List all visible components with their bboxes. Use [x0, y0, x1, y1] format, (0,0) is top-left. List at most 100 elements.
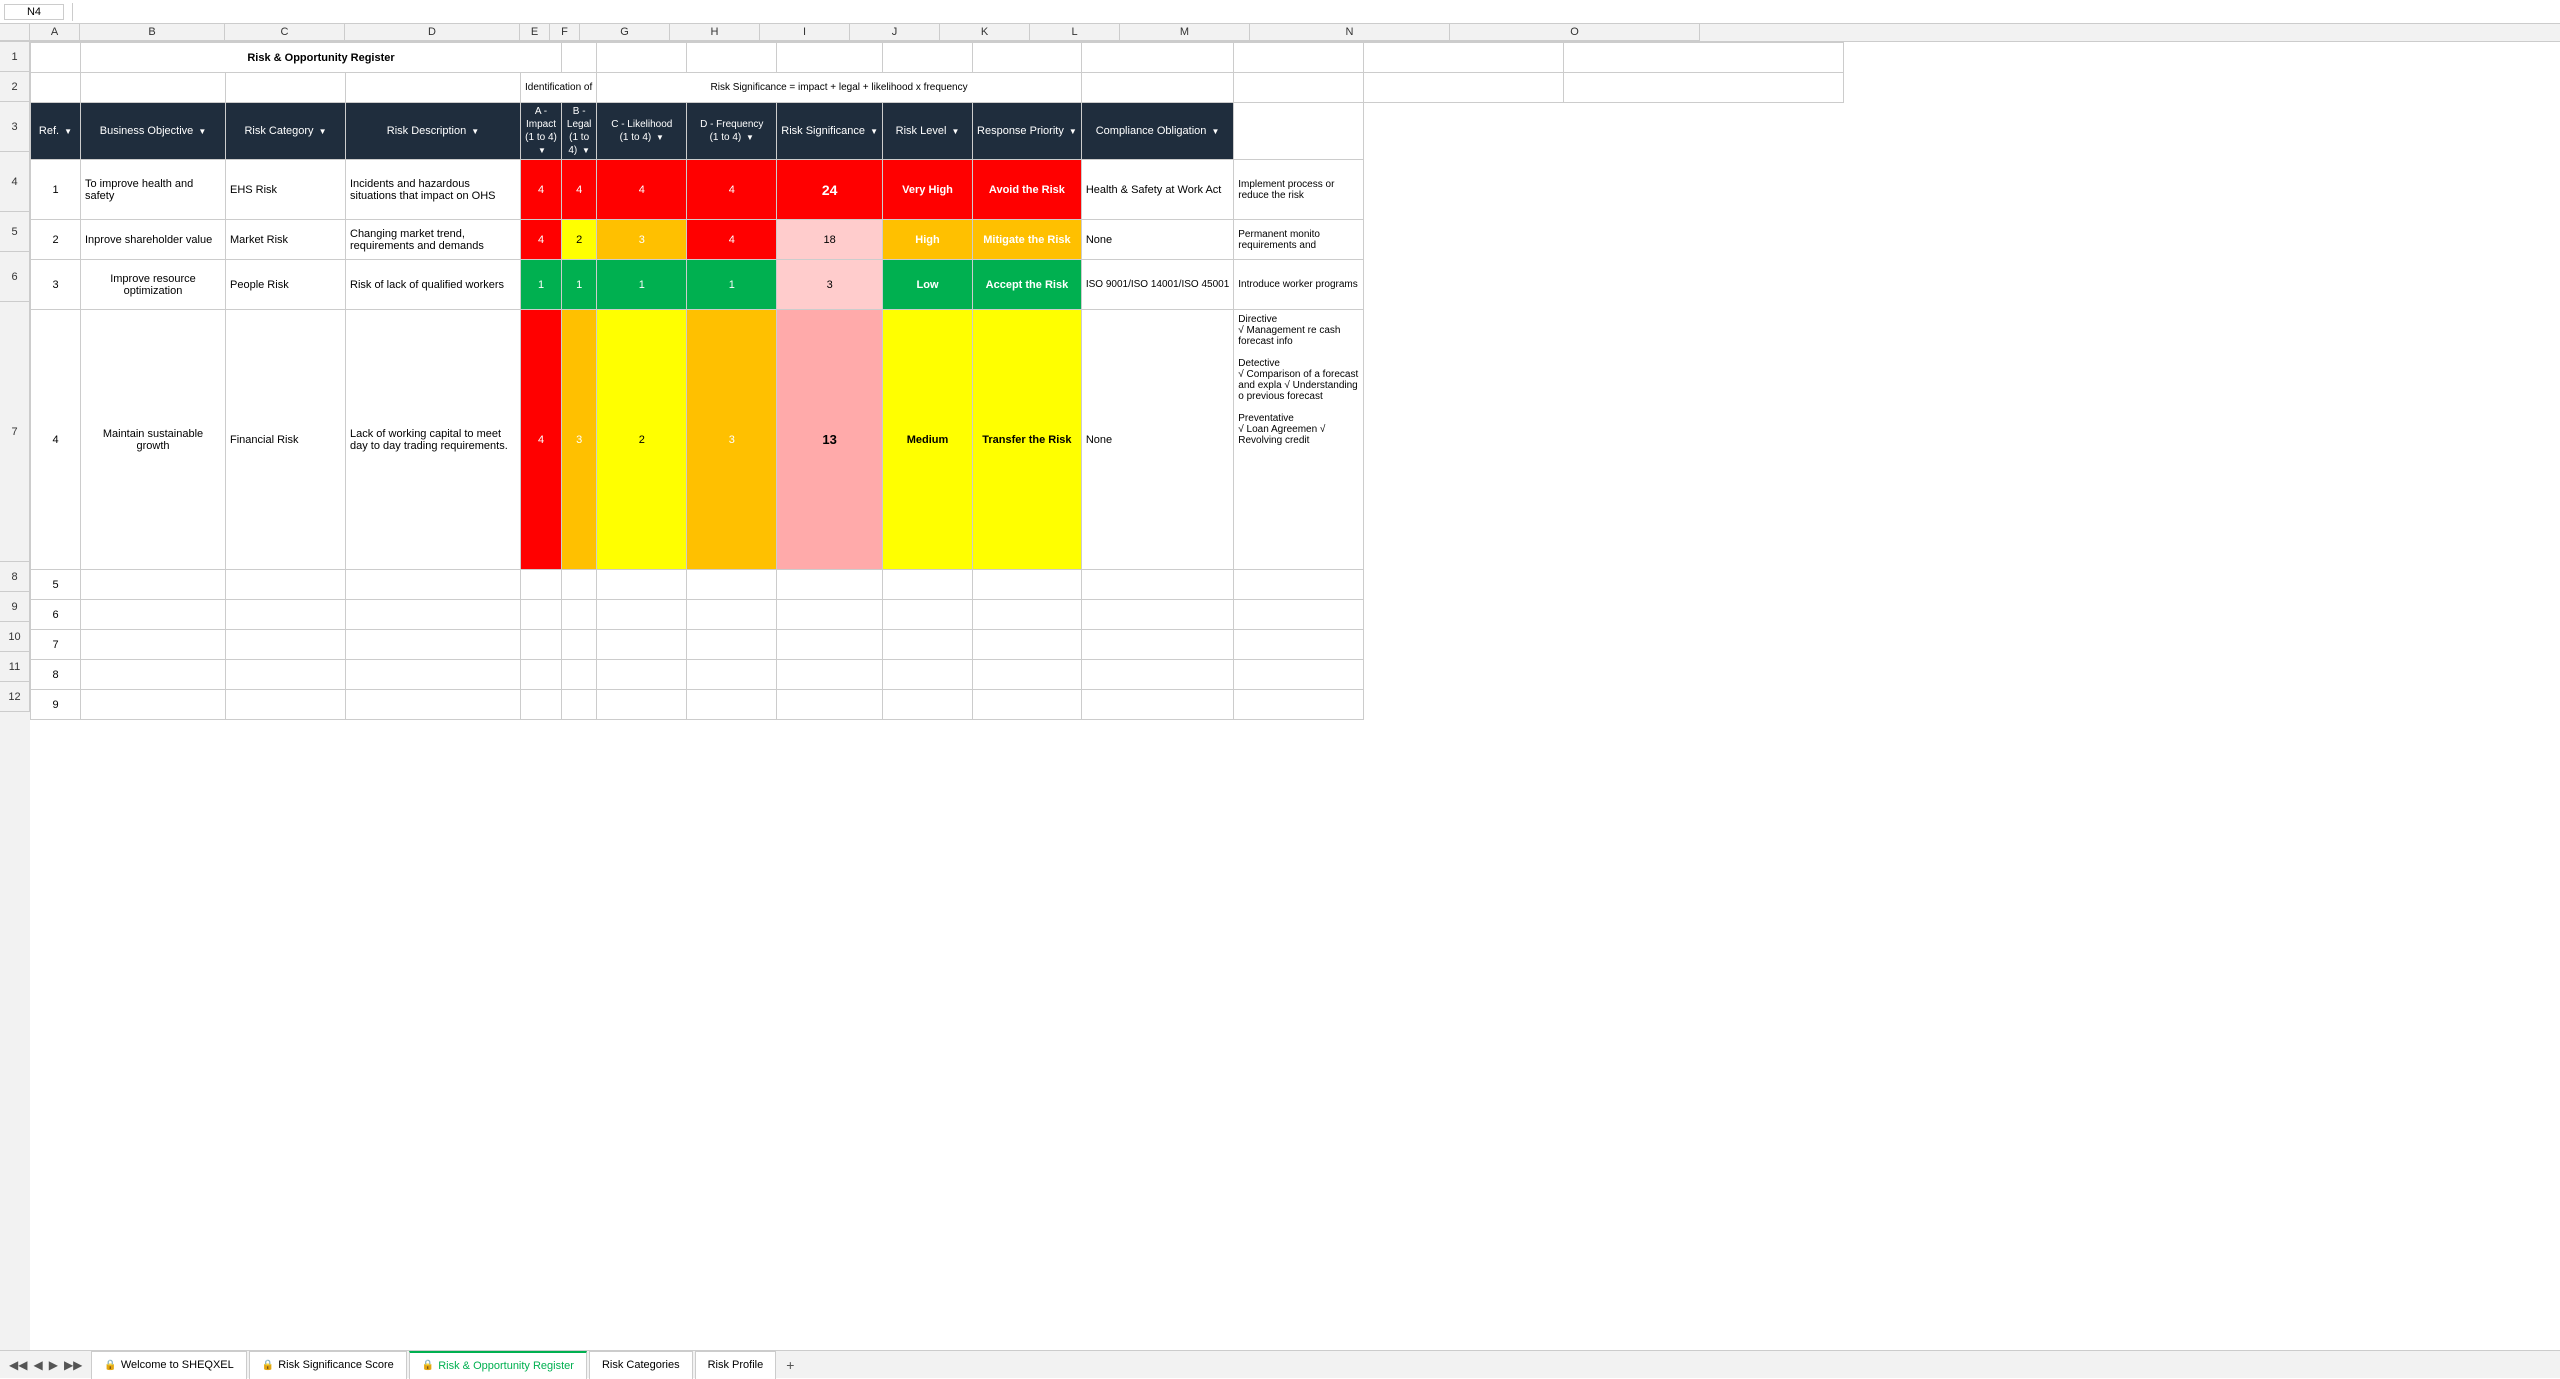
row-num-7[interactable]: 7 — [0, 302, 30, 562]
cell-ref-8[interactable]: 8 — [31, 660, 81, 690]
col-header-c[interactable]: C — [225, 24, 345, 41]
cell-l2[interactable] — [1081, 73, 1233, 103]
cell-risk-desc-3[interactable]: Risk of lack of qualified workers — [346, 260, 521, 310]
cell-response-1[interactable]: Avoid the Risk — [973, 160, 1082, 220]
cell-c-likelihood-1[interactable]: 4 — [597, 160, 687, 220]
ref-filter-icon[interactable]: ▼ — [64, 127, 72, 136]
cell-o1[interactable] — [1564, 43, 1844, 73]
compliance-obligation-filter-icon[interactable]: ▼ — [1211, 127, 1219, 136]
cell-risk-level-2[interactable]: High — [883, 220, 973, 260]
cell-d-frequency-3[interactable]: 1 — [687, 260, 777, 310]
header-c-likelihood[interactable]: C - Likelihood (1 to 4) ▼ — [597, 103, 687, 160]
cell-c-likelihood-2[interactable]: 3 — [597, 220, 687, 260]
cell-b-legal-1[interactable]: 4 — [562, 160, 597, 220]
cell-l-empty-5[interactable] — [1081, 570, 1233, 600]
col-header-a[interactable]: A — [30, 24, 80, 41]
cell-notes-3[interactable]: Introduce worker programs — [1234, 260, 1364, 310]
header-response-priority[interactable]: Response Priority ▼ — [973, 103, 1082, 160]
row-num-2[interactable]: 2 — [0, 72, 30, 102]
cell-d-frequency-1[interactable]: 4 — [687, 160, 777, 220]
header-ref[interactable]: Ref. ▼ — [31, 103, 81, 160]
row-num-12[interactable]: 12 — [0, 682, 30, 712]
cell-business-obj-3[interactable]: Improve resource optimization — [81, 260, 226, 310]
row-num-6[interactable]: 6 — [0, 252, 30, 302]
cell-a-impact-2[interactable]: 4 — [521, 220, 562, 260]
cell-risk-desc-1[interactable]: Incidents and hazardous situations that … — [346, 160, 521, 220]
cell-risk-desc-2[interactable]: Changing market trend, requirements and … — [346, 220, 521, 260]
tab-risk-categories[interactable]: Risk Categories — [589, 1351, 693, 1379]
row-num-9[interactable]: 9 — [0, 592, 30, 622]
row-num-4[interactable]: 4 — [0, 152, 30, 212]
cell-ref-6[interactable]: 6 — [31, 600, 81, 630]
cell-risk-sig-3[interactable]: 3 — [777, 260, 883, 310]
col-header-f[interactable]: F — [550, 24, 580, 41]
name-box[interactable] — [4, 4, 64, 20]
risk-category-filter-icon[interactable]: ▼ — [319, 127, 327, 136]
header-a-impact[interactable]: A - Impact (1 to 4) ▼ — [521, 103, 562, 160]
cell-notes-1[interactable]: Implement process or reduce the risk — [1234, 160, 1364, 220]
col-header-g[interactable]: G — [580, 24, 670, 41]
header-risk-significance[interactable]: Risk Significance ▼ — [777, 103, 883, 160]
header-risk-description[interactable]: Risk Description ▼ — [346, 103, 521, 160]
b-legal-filter-icon[interactable]: ▼ — [582, 146, 590, 156]
col-header-n[interactable]: N — [1250, 24, 1450, 41]
d-frequency-filter-icon[interactable]: ▼ — [746, 133, 754, 143]
business-objective-filter-icon[interactable]: ▼ — [198, 127, 206, 136]
row-num-3[interactable]: 3 — [0, 102, 30, 152]
cell-risk-cat-3[interactable]: People Risk — [226, 260, 346, 310]
cell-n1[interactable] — [1364, 43, 1564, 73]
col-header-b[interactable]: B — [80, 24, 225, 41]
grid-scroll[interactable]: Risk & Opportunity Register — [30, 42, 2560, 1350]
cell-a-impact-1[interactable]: 4 — [521, 160, 562, 220]
cell-response-2[interactable]: Mitigate the Risk — [973, 220, 1082, 260]
a-impact-filter-icon[interactable]: ▼ — [538, 146, 546, 156]
risk-description-filter-icon[interactable]: ▼ — [471, 127, 479, 136]
cell-a-impact-4[interactable]: 4 — [521, 310, 562, 570]
cell-c-likelihood-4[interactable]: 2 — [597, 310, 687, 570]
nav-prev[interactable]: ◀ — [30, 1358, 45, 1372]
cell-risk-sig-4[interactable]: 13 — [777, 310, 883, 570]
tab-risk-significance-score[interactable]: 🔒 Risk Significance Score — [249, 1351, 407, 1379]
cell-d2[interactable] — [346, 73, 521, 103]
col-header-m[interactable]: M — [1120, 24, 1250, 41]
cell-ref-2[interactable]: 2 — [31, 220, 81, 260]
row-num-5[interactable]: 5 — [0, 212, 30, 252]
cell-risk-level-4[interactable]: Medium — [883, 310, 973, 570]
cell-risk-level-3[interactable]: Low — [883, 260, 973, 310]
header-business-objective[interactable]: Business Objective ▼ — [81, 103, 226, 160]
risk-significance-filter-icon[interactable]: ▼ — [870, 127, 878, 136]
col-header-j[interactable]: J — [850, 24, 940, 41]
cell-risk-cat-4[interactable]: Financial Risk — [226, 310, 346, 570]
cell-j-empty-5[interactable] — [883, 570, 973, 600]
c-likelihood-filter-icon[interactable]: ▼ — [656, 133, 664, 143]
cell-h-empty-5[interactable] — [687, 570, 777, 600]
cell-notes-4[interactable]: Directive √ Management re cash forecast … — [1234, 310, 1364, 570]
row-num-8[interactable]: 8 — [0, 562, 30, 592]
cell-m-empty-5[interactable] — [1234, 570, 1364, 600]
nav-last[interactable]: ▶▶ — [61, 1358, 85, 1372]
cell-n2[interactable] — [1364, 73, 1564, 103]
cell-compliance-1[interactable]: Health & Safety at Work Act — [1081, 160, 1233, 220]
cell-f1[interactable] — [562, 43, 597, 73]
cell-k-empty-5[interactable] — [973, 570, 1082, 600]
cell-m2[interactable] — [1234, 73, 1364, 103]
cell-compliance-3[interactable]: ISO 9001/ISO 14001/ISO 45001 — [1081, 260, 1233, 310]
add-sheet-button[interactable]: + — [778, 1353, 802, 1377]
cell-risk-sig-1[interactable]: 24 — [777, 160, 883, 220]
cell-i1[interactable] — [777, 43, 883, 73]
row-num-10[interactable]: 10 — [0, 622, 30, 652]
cell-b-legal-2[interactable]: 2 — [562, 220, 597, 260]
col-header-l[interactable]: L — [1030, 24, 1120, 41]
cell-response-4[interactable]: Transfer the Risk — [973, 310, 1082, 570]
header-risk-category[interactable]: Risk Category ▼ — [226, 103, 346, 160]
nav-next[interactable]: ▶ — [46, 1358, 61, 1372]
cell-e-empty-5[interactable] — [521, 570, 562, 600]
header-extra1[interactable] — [1234, 103, 1364, 160]
cell-m1[interactable] — [1234, 43, 1364, 73]
cell-compliance-4[interactable]: None — [1081, 310, 1233, 570]
cell-business-obj-1[interactable]: To improve health and safety — [81, 160, 226, 220]
cell-g1[interactable] — [597, 43, 687, 73]
cell-ref-5[interactable]: 5 — [31, 570, 81, 600]
cell-risk-desc-4[interactable]: Lack of working capital to meet day to d… — [346, 310, 521, 570]
col-header-e[interactable]: E — [520, 24, 550, 41]
